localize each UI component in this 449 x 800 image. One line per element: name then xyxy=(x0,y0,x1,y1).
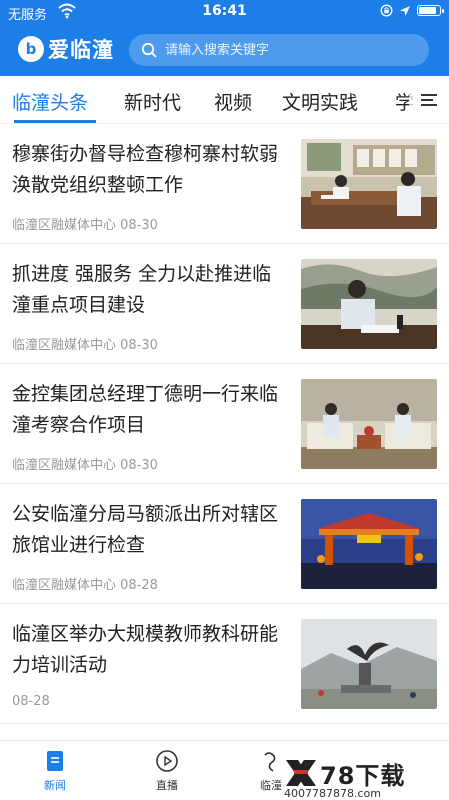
news-thumbnail-sofa-meeting[interactable] xyxy=(301,379,437,469)
watermark-logo-icon xyxy=(286,760,316,786)
news-meta: 08-28 xyxy=(12,694,50,709)
category-tabs: 临潼头条 新时代 视频 文明实践 学 xyxy=(0,76,449,124)
nav-lintong-label: 临潼 xyxy=(260,779,282,792)
nav-live-label: 直播 xyxy=(156,779,178,792)
app-header: 无服务 16:41 b 爱临潼 xyxy=(0,0,449,76)
lintong-icon xyxy=(264,752,276,772)
battery-level xyxy=(419,7,436,14)
lock-rotation-icon xyxy=(380,4,393,17)
active-tab-indicator xyxy=(14,120,96,123)
location-arrow-icon xyxy=(400,5,410,16)
tab-civilization-practice[interactable]: 文明实践 xyxy=(282,88,358,115)
search-icon xyxy=(141,42,157,58)
tab-video[interactable]: 视频 xyxy=(214,88,252,115)
menu-lines-icon xyxy=(421,93,437,106)
news-date: 08-28 xyxy=(120,578,158,593)
search-input[interactable] xyxy=(165,42,415,58)
news-title[interactable]: 穆寨街办督导检查穆柯寨村软弱涣散党组织整顿工作 xyxy=(12,139,284,201)
tab-new-era[interactable]: 新时代 xyxy=(124,88,181,115)
nav-news[interactable]: 新闻 xyxy=(20,749,90,793)
news-meta: 临潼区融媒体中心 08-30 xyxy=(12,214,158,233)
news-source: 临潼区融媒体中心 xyxy=(12,578,117,593)
news-date: 08-28 xyxy=(12,694,50,709)
status-indicators xyxy=(380,4,444,17)
news-source: 临潼区融媒体中心 xyxy=(12,458,117,473)
news-item[interactable]: 抓进度 强服务 全力以赴推进临潼重点项目建设 临潼区融媒体中心 08-30 xyxy=(0,244,449,364)
news-source: 临潼区融媒体中心 xyxy=(12,338,117,353)
news-item[interactable]: 临潼区举办大规模教师教科研能力培训活动 08-28 xyxy=(0,604,449,724)
news-date: 08-30 xyxy=(120,338,158,353)
news-meta: 临潼区融媒体中心 08-28 xyxy=(12,574,158,593)
news-meta: 临潼区融媒体中心 08-30 xyxy=(12,454,158,473)
status-bar: 无服务 16:41 xyxy=(0,0,449,24)
news-meta: 临潼区融媒体中心 08-30 xyxy=(12,334,158,353)
app-name: 爱临潼 xyxy=(48,38,114,62)
watermark-url: 4007787878.com xyxy=(284,787,381,800)
news-item[interactable]: 穆寨街办督导检查穆柯寨村软弱涣散党组织整顿工作 临潼区融媒体中心 08-30 xyxy=(0,124,449,244)
news-doc-icon xyxy=(47,751,63,771)
nav-news-label: 新闻 xyxy=(44,779,66,792)
news-date: 08-30 xyxy=(120,458,158,473)
logo-mark-icon: b xyxy=(18,36,44,62)
tab-lintong-headlines[interactable]: 临潼头条 xyxy=(12,88,88,115)
battery-icon xyxy=(417,5,444,16)
play-circle-icon xyxy=(156,750,178,772)
news-title[interactable]: 公安临潼分局马额派出所对辖区旅馆业进行检查 xyxy=(12,499,284,561)
news-thumbnail-night-gate[interactable] xyxy=(301,499,437,589)
news-title[interactable]: 抓进度 强服务 全力以赴推进临潼重点项目建设 xyxy=(12,259,284,321)
tab-menu-button[interactable] xyxy=(409,76,449,123)
news-title[interactable]: 金控集团总经理丁德明一行来临潼考察合作项目 xyxy=(12,379,284,441)
watermark-title: 78下载 xyxy=(320,762,406,790)
download-watermark: 78下载 4007787878.com xyxy=(282,758,444,800)
news-thumbnail-meeting-room[interactable] xyxy=(301,139,437,229)
news-date: 08-30 xyxy=(120,218,158,233)
news-item[interactable]: 金控集团总经理丁德明一行来临潼考察合作项目 临潼区融媒体中心 08-30 xyxy=(0,364,449,484)
news-thumbnail-official-desk[interactable] xyxy=(301,259,437,349)
news-title[interactable]: 临潼区举办大规模教师教科研能力培训活动 xyxy=(12,619,284,681)
nav-live[interactable]: 直播 xyxy=(132,749,202,793)
news-thumbnail-sculpture[interactable] xyxy=(301,619,437,709)
news-source: 临潼区融媒体中心 xyxy=(12,218,117,233)
news-item[interactable]: 公安临潼分局马额派出所对辖区旅馆业进行检查 临潼区融媒体中心 08-28 xyxy=(0,484,449,604)
app-logo[interactable]: b 爱临潼 xyxy=(18,34,114,64)
search-bar[interactable] xyxy=(129,34,429,66)
